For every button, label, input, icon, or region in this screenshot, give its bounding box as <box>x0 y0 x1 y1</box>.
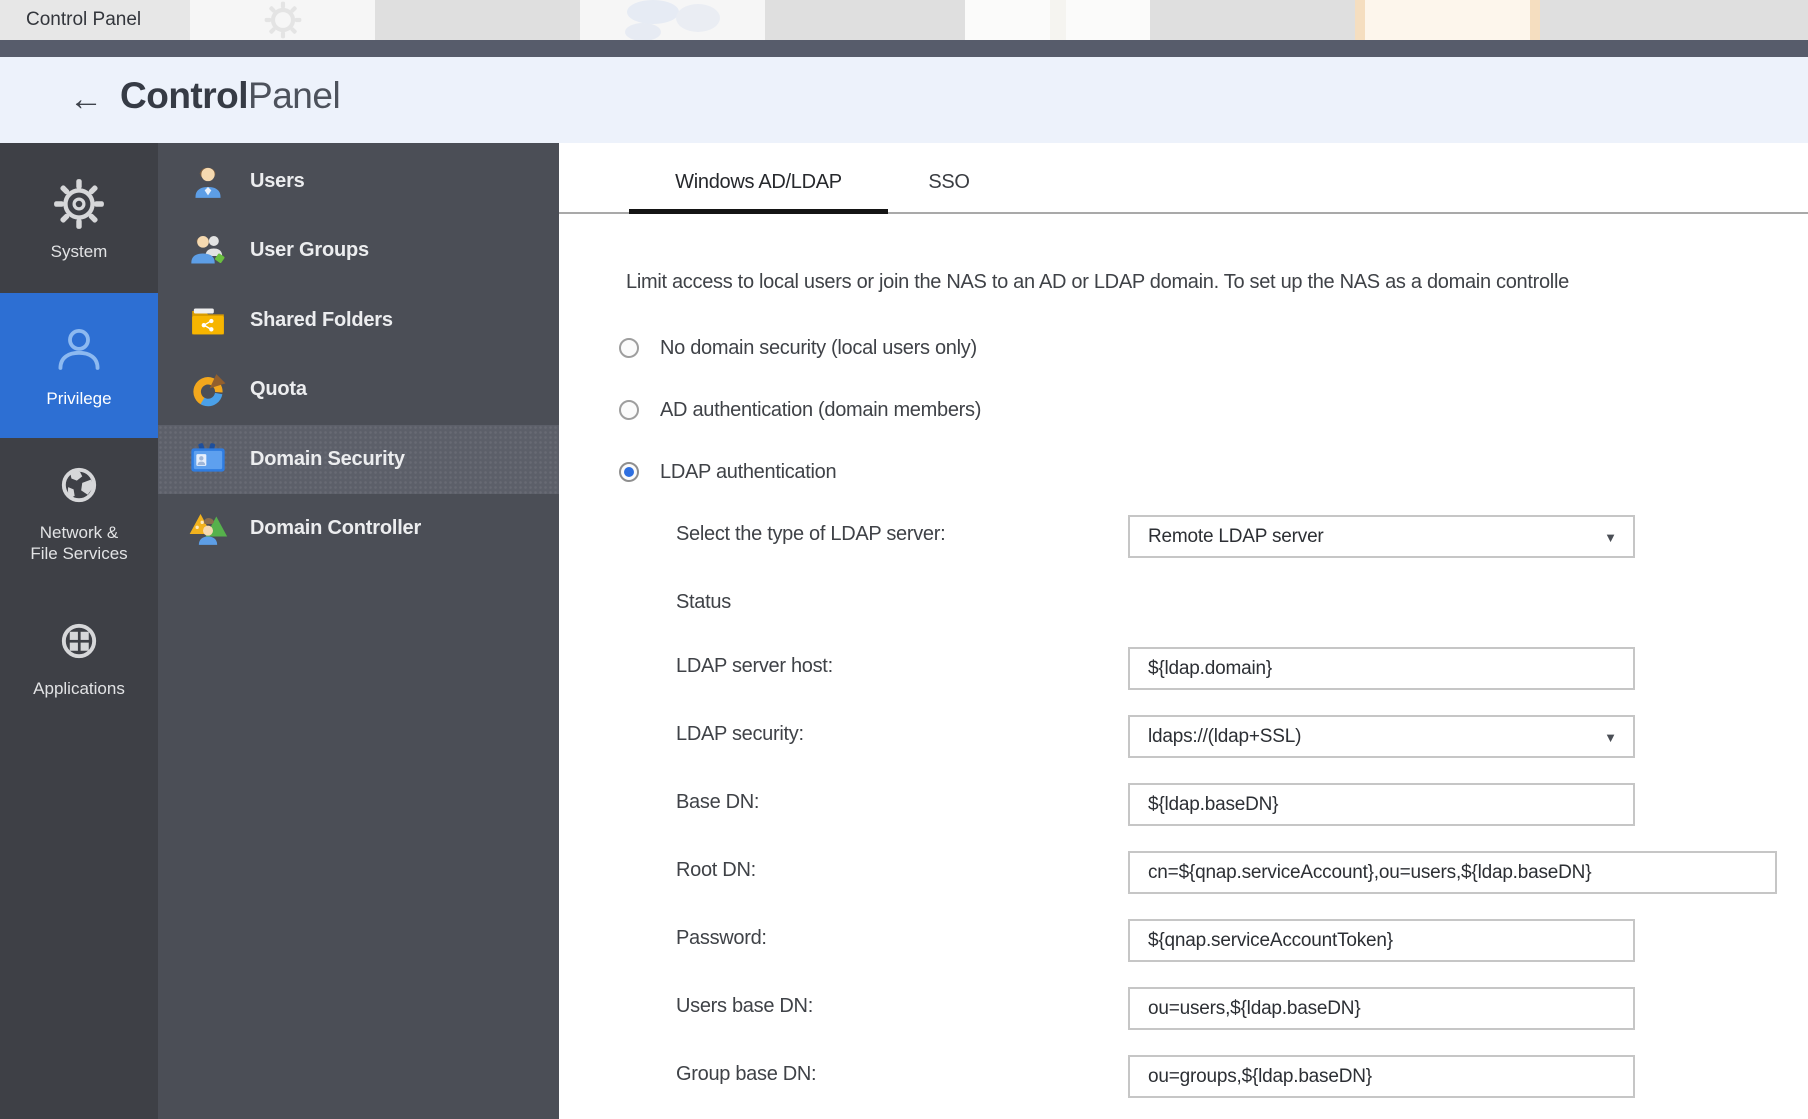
domain-controller-icon <box>188 509 228 549</box>
globe-icon <box>53 459 105 511</box>
menu-item-label: Domain Controller <box>250 517 421 540</box>
menu-item-label: Users <box>250 170 305 193</box>
user-icon <box>52 323 106 377</box>
menu-item-label: Domain Security <box>250 448 405 471</box>
main-content: Windows AD/LDAP SSO Limit access to loca… <box>559 143 1808 1119</box>
group-base-dn-label: Group base DN: <box>676 1063 816 1086</box>
ldap-server-type-label: Select the type of LDAP server: <box>676 523 945 546</box>
menu-item-users[interactable]: Users <box>158 147 559 216</box>
active-tab-underline <box>629 209 888 214</box>
sidebar-item-system[interactable]: System <box>0 147 158 293</box>
sidebar-item-label: Network & File Services <box>30 522 127 564</box>
ldap-security-select[interactable]: ldaps://(ldap+SSL) ▼ <box>1128 715 1635 758</box>
root-dn-input[interactable] <box>1128 851 1777 894</box>
domain-security-icon <box>188 440 228 480</box>
password-label: Password: <box>676 927 767 950</box>
menu-item-domain-security[interactable]: Domain Security <box>158 425 559 494</box>
base-dn-input[interactable] <box>1128 783 1635 826</box>
privilege-menu: Users User Groups <box>158 143 559 1119</box>
radio-ldap-authentication[interactable]: LDAP authentication <box>619 457 836 487</box>
app-preview-blue[interactable] <box>580 0 765 40</box>
sidebar-item-label-line1: Network & <box>30 522 127 543</box>
apps-grid-icon <box>53 615 105 667</box>
menu-item-label: User Groups <box>250 239 369 262</box>
root-dn-label: Root DN: <box>676 859 756 882</box>
radio-label: LDAP authentication <box>660 461 836 484</box>
app-preview-light[interactable] <box>965 0 1150 40</box>
users-base-dn-label: Users base DN: <box>676 995 813 1018</box>
menu-item-quota[interactable]: Quota <box>158 355 559 424</box>
page-title-bold: Control <box>120 75 248 116</box>
control-panel-window: Control Panel <box>0 0 1808 1119</box>
ldap-server-type-select[interactable]: Remote LDAP server ▼ <box>1128 515 1635 558</box>
app-preview-orange[interactable] <box>1355 0 1540 40</box>
ldap-server-host-label: LDAP server host: <box>676 655 833 678</box>
radio-label: AD authentication (domain members) <box>660 399 981 422</box>
ldap-server-type-value: Remote LDAP server <box>1148 526 1324 548</box>
category-sidebar: System Privilege Network & File Services <box>0 143 158 1119</box>
menu-item-shared-folders[interactable]: Shared Folders <box>158 286 559 355</box>
menu-item-domain-controller[interactable]: Domain Controller <box>158 494 559 563</box>
ldap-security-value: ldaps://(ldap+SSL) <box>1148 726 1301 748</box>
status-label: Status <box>676 591 731 614</box>
taskbar-tab-control-panel[interactable]: Control Panel <box>0 0 190 40</box>
password-input[interactable] <box>1128 919 1635 962</box>
gear-icon <box>53 178 105 230</box>
radio-ad-authentication[interactable]: AD authentication (domain members) <box>619 395 981 425</box>
radio-icon <box>619 400 639 420</box>
chevron-down-icon: ▼ <box>1604 730 1617 745</box>
sidebar-item-network-file-services[interactable]: Network & File Services <box>0 438 158 584</box>
taskbar-strip: Control Panel <box>0 0 1808 40</box>
sidebar-item-label: Applications <box>33 678 125 699</box>
app-preview-gear[interactable] <box>190 0 375 40</box>
sidebar-item-label: Privilege <box>46 388 111 409</box>
user-groups-icon <box>188 231 228 271</box>
menu-item-user-groups[interactable]: User Groups <box>158 216 559 285</box>
faded-gear-icon <box>263 0 303 40</box>
base-dn-label: Base DN: <box>676 791 759 814</box>
back-arrow-icon: ← <box>69 80 103 119</box>
tab-windows-ad-ldap[interactable]: Windows AD/LDAP <box>629 171 888 205</box>
users-base-dn-input[interactable] <box>1128 987 1635 1030</box>
radio-label: No domain security (local users only) <box>660 337 977 360</box>
slate-divider-bar <box>0 40 1808 57</box>
page-title-light: Panel <box>248 75 340 116</box>
faded-blue-shapes-icon <box>613 0 733 40</box>
menu-item-label: Quota <box>250 378 307 401</box>
shared-folders-icon <box>188 301 228 341</box>
tab-sso[interactable]: SSO <box>909 171 989 205</box>
radio-selected-icon <box>619 462 639 482</box>
sidebar-item-privilege[interactable]: Privilege <box>0 293 158 438</box>
sidebar-item-label-line2: File Services <box>30 543 127 564</box>
menu-item-label: Shared Folders <box>250 309 393 332</box>
chevron-down-icon: ▼ <box>1604 530 1617 545</box>
domain-security-description: Limit access to local users or join the … <box>626 271 1808 294</box>
group-base-dn-input[interactable] <box>1128 1055 1635 1098</box>
faded-light-shape-icon <box>1028 0 1088 40</box>
back-button[interactable]: ← <box>64 75 108 123</box>
users-icon <box>188 162 228 202</box>
app-header: ← ControlPanel <box>0 57 1808 143</box>
radio-no-domain-security[interactable]: No domain security (local users only) <box>619 333 977 363</box>
quota-icon <box>188 370 228 410</box>
radio-icon <box>619 338 639 358</box>
ldap-server-host-input[interactable] <box>1128 647 1635 690</box>
ldap-security-label: LDAP security: <box>676 723 804 746</box>
sidebar-item-label: System <box>51 241 108 262</box>
sidebar-item-applications[interactable]: Applications <box>0 584 158 730</box>
page-title: ControlPanel <box>120 75 340 117</box>
